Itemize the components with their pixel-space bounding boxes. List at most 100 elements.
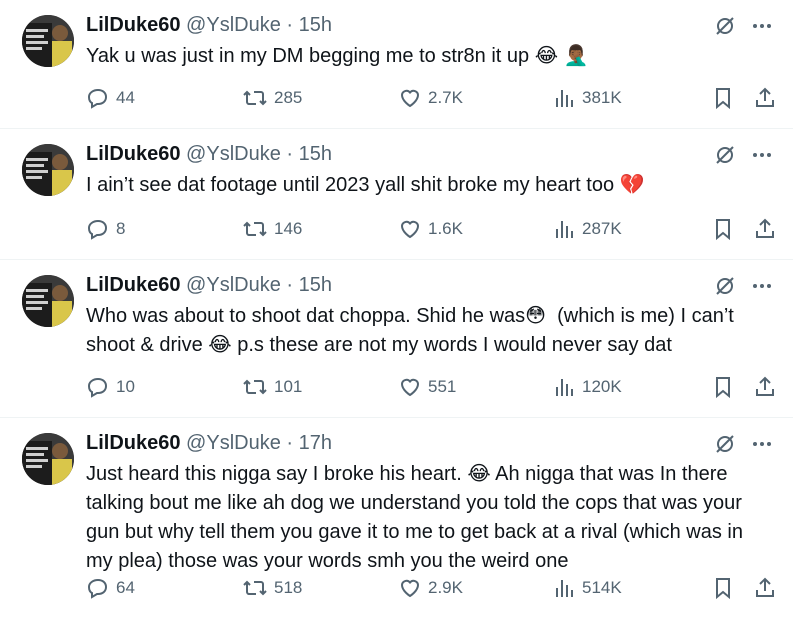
tweet-text: I ain’t see dat footage until 2023 yall … [86, 174, 645, 196]
views-icon [554, 375, 576, 399]
like-button[interactable]: 2.7K [398, 86, 463, 110]
views-icon [554, 86, 576, 110]
heart-icon [398, 375, 422, 399]
reply-button[interactable]: 44 [86, 86, 135, 110]
timestamp[interactable]: 15h [299, 143, 332, 165]
retweet-button[interactable]: 285 [242, 86, 302, 110]
like-count: 551 [428, 377, 457, 396]
reply-icon [86, 375, 110, 399]
views-count: 514K [582, 578, 622, 597]
separator-dot: · [286, 143, 294, 165]
reply-button[interactable]: 8 [86, 217, 125, 241]
avatar[interactable] [22, 144, 74, 196]
more-icon[interactable] [751, 144, 773, 166]
like-button[interactable]: 1.6K [398, 217, 463, 241]
share-button[interactable] [754, 576, 776, 600]
timestamp[interactable]: 17h [299, 432, 332, 454]
bookmark-button[interactable] [712, 217, 734, 241]
timestamp[interactable]: 15h [299, 14, 332, 36]
retweet-button[interactable]: 101 [242, 375, 302, 399]
bookmark-button[interactable] [712, 375, 734, 399]
bookmark-button[interactable] [712, 86, 734, 110]
user-handle[interactable]: @YslDuke [186, 274, 281, 296]
views-button[interactable]: 287K [554, 217, 622, 241]
retweet-icon [242, 576, 268, 600]
heart-icon [398, 576, 422, 600]
retweet-icon [242, 217, 268, 241]
retweet-button[interactable]: 146 [242, 217, 302, 241]
more-icon[interactable] [751, 275, 773, 297]
share-button[interactable] [754, 217, 776, 241]
tweet-text: Who was about to shoot dat choppa. Shid … [86, 305, 740, 356]
grok-icon[interactable] [713, 432, 737, 456]
tweet-top-actions [713, 143, 773, 167]
tweet-actions: 44 285 2.7K 381K [86, 86, 774, 112]
retweet-button[interactable]: 518 [242, 576, 302, 600]
grok-icon[interactable] [713, 14, 737, 38]
tweet-header: LilDuke60 @YslDuke · 15h [86, 12, 332, 38]
tweet-top-actions [713, 274, 773, 298]
reply-button[interactable]: 10 [86, 375, 135, 399]
tweet[interactable]: LilDuke60 @YslDuke · 15h I ain’t see dat… [0, 129, 793, 260]
tweet[interactable]: LilDuke60 @YslDuke · 17h Just heard this… [0, 418, 793, 628]
views-icon [554, 576, 576, 600]
like-button[interactable]: 551 [398, 375, 456, 399]
user-handle[interactable]: @YslDuke [186, 14, 281, 36]
tweet-top-actions [713, 14, 773, 38]
more-icon[interactable] [751, 15, 773, 37]
retweet-count: 518 [274, 578, 303, 597]
share-button[interactable] [754, 86, 776, 110]
share-icon [754, 576, 776, 600]
retweet-icon [242, 375, 268, 399]
heart-icon [398, 217, 422, 241]
tweet[interactable]: LilDuke60 @YslDuke · 15h Yak u was just … [0, 0, 793, 129]
retweet-count: 285 [274, 88, 303, 107]
tweet[interactable]: LilDuke60 @YslDuke · 15h Who was about t… [0, 260, 793, 418]
separator-dot: · [286, 274, 294, 296]
views-count: 120K [582, 377, 622, 396]
reply-count: 8 [116, 219, 126, 238]
display-name[interactable]: LilDuke60 [86, 432, 180, 454]
reply-icon [86, 86, 110, 110]
bookmark-icon [712, 86, 734, 110]
reply-icon [86, 576, 110, 600]
tweet-header: LilDuke60 @YslDuke · 17h [86, 430, 332, 456]
views-icon [554, 217, 576, 241]
like-count: 1.6K [428, 219, 463, 238]
bookmark-icon [712, 217, 734, 241]
avatar[interactable] [22, 15, 74, 67]
heart-icon [398, 86, 422, 110]
avatar[interactable] [22, 275, 74, 327]
like-count: 2.7K [428, 88, 463, 107]
reply-count: 10 [116, 377, 135, 396]
views-button[interactable]: 120K [554, 375, 622, 399]
retweet-icon [242, 86, 268, 110]
share-icon [754, 375, 776, 399]
reply-icon [86, 217, 110, 241]
display-name[interactable]: LilDuke60 [86, 274, 180, 296]
user-handle[interactable]: @YslDuke [186, 432, 281, 454]
tweet-text: Just heard this nigga say I broke his he… [86, 463, 749, 572]
display-name[interactable]: LilDuke60 [86, 143, 180, 165]
retweet-count: 101 [274, 377, 303, 396]
bookmark-icon [712, 375, 734, 399]
views-button[interactable]: 381K [554, 86, 622, 110]
bookmark-button[interactable] [712, 576, 734, 600]
avatar[interactable] [22, 433, 74, 485]
grok-icon[interactable] [713, 143, 737, 167]
tweet-text: Yak u was just in my DM begging me to st… [86, 45, 589, 67]
reply-button[interactable]: 64 [86, 576, 135, 600]
reply-count: 64 [116, 578, 135, 597]
timestamp[interactable]: 15h [299, 274, 332, 296]
user-handle[interactable]: @YslDuke [186, 143, 281, 165]
display-name[interactable]: LilDuke60 [86, 14, 180, 36]
share-button[interactable] [754, 375, 776, 399]
more-icon[interactable] [751, 433, 773, 455]
share-icon [754, 217, 776, 241]
tweet-actions: 64 518 2.9K 514K [86, 576, 774, 602]
grok-icon[interactable] [713, 274, 737, 298]
reply-count: 44 [116, 88, 135, 107]
views-button[interactable]: 514K [554, 576, 622, 600]
like-button[interactable]: 2.9K [398, 576, 463, 600]
share-icon [754, 86, 776, 110]
